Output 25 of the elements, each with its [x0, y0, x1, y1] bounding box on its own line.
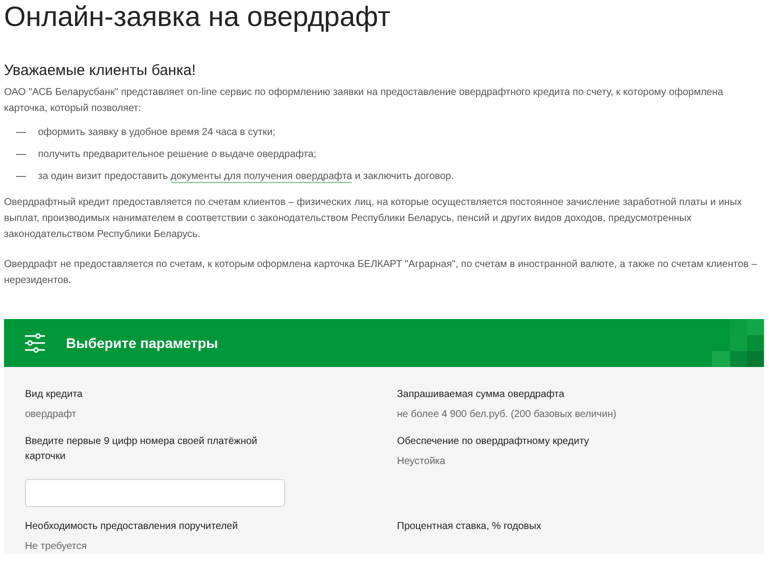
bullet-text: получить предварительное решение о выдаче овердрафта;	[38, 148, 316, 162]
field-label: Введите первые 9 цифр номера своей платёжной карточки	[25, 435, 258, 464]
info-paragraph: Овердрафт не предоставляется по счетам, к которым оформлена карточка БЕЛКАРТ "Аграрная", по счетам в иностранной валюте, а также по счетам клиентов – нерезидентов.	[4, 258, 758, 288]
bullet-text: за один визит предоставить документы для получения овердрафта и заключить договор.	[38, 170, 454, 185]
sliders-icon	[24, 333, 46, 353]
field-label: Обеспечение по овердрафтному кредиту	[397, 435, 590, 449]
documents-link[interactable]: документы для получения овердрафта	[170, 171, 352, 183]
dash-marker: —	[16, 170, 26, 184]
page-title: Онлайн-заявка на овердрафт	[4, 0, 392, 34]
field-value: не более 4 900 бел.руб. (200 базовых величин)	[397, 408, 618, 422]
info-paragraph: Овердрафтный кредит предоставляется по счетам клиентов – физических лиц, на которые осуществляется постоянное зачисление заработной платы и иных выплат, производимых нанимателем в соответствии с законодательством Республики Беларусь, пенсий и других видов доходов, предусмотренных законодательством Республики Беларусь.	[4, 196, 743, 242]
card-number-input[interactable]	[25, 479, 285, 507]
greeting-heading: Уважаемые клиенты банка!	[4, 61, 197, 81]
dash-marker: —	[16, 126, 26, 140]
field-label: Запрашиваемая сумма овердрафта	[397, 388, 566, 402]
intro-paragraph: ОАО "АСБ Беларусбанк" представляет on-line сервис по оформлению заявки на предоставление овердрафтного кредита по счету, к которому оформлена карточка, который позволяет:	[4, 86, 724, 116]
field-label: Процентная ставка, % годовых	[397, 520, 542, 534]
field-value: Не требуется	[25, 540, 88, 554]
field-label: Вид кредита	[25, 388, 84, 402]
panel-title: Выберите параметры	[66, 335, 218, 351]
field-value: овердрафт	[25, 408, 78, 422]
field-label: Необходимость предоставления поручителей	[25, 520, 239, 534]
dash-marker: —	[16, 148, 26, 162]
bullet-text: оформить заявку в удобное время 24 часа в сутки;	[38, 126, 276, 140]
field-value: Неустойка	[397, 455, 446, 469]
